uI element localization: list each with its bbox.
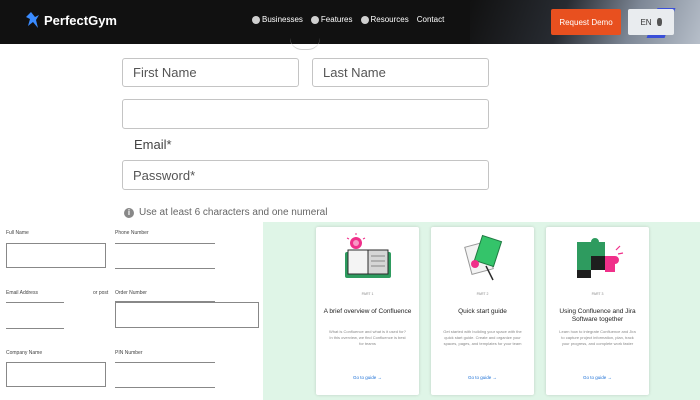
language-label: EN bbox=[640, 17, 652, 27]
phone-number-input[interactable] bbox=[115, 268, 215, 269]
guide-card-jira[interactable]: PART 3 Using Confluence and Jira Softwar… bbox=[546, 227, 649, 395]
runner-icon bbox=[26, 12, 39, 28]
full-name-label: Full Name bbox=[6, 230, 29, 236]
menu-item-businesses[interactable]: Businesses bbox=[252, 15, 303, 24]
brand-logo[interactable]: PerfectGym bbox=[26, 11, 117, 29]
password-field[interactable]: Password* bbox=[122, 160, 489, 190]
puzzle-icon bbox=[577, 238, 624, 278]
email-address-label: Email Address bbox=[6, 290, 38, 296]
card-description: Get started with building your space wit… bbox=[443, 329, 522, 346]
guide-card-overview[interactable]: PART 1 A brief overview of Confluence Wh… bbox=[316, 227, 419, 395]
menu-label: Contact bbox=[416, 15, 445, 24]
globe-icon bbox=[656, 18, 662, 26]
phone-number-underline bbox=[115, 243, 215, 244]
menu-label: Resources bbox=[370, 15, 409, 24]
info-icon: i bbox=[124, 207, 134, 218]
request-demo-button[interactable]: Request Demo bbox=[551, 9, 621, 35]
menu-item-resources[interactable]: Resources bbox=[360, 15, 409, 24]
card-step: PART 3 bbox=[591, 292, 604, 296]
book-lightbulb-icon bbox=[345, 233, 391, 278]
first-name-field[interactable]: First Name bbox=[122, 58, 299, 87]
company-name-label: Company Name bbox=[6, 350, 43, 356]
password-hint: i Use at least 6 characters and one nume… bbox=[124, 207, 327, 218]
pin-number-underline bbox=[115, 362, 215, 363]
guide-card-quick-start[interactable]: PART 2 Quick start guide Get started wit… bbox=[431, 227, 534, 395]
globe-icon bbox=[252, 15, 260, 24]
card-description: Learn how to integrate Confluence and Ji… bbox=[559, 329, 636, 346]
card-description: What is Confluence and what is it used f… bbox=[329, 329, 406, 346]
pages-icon bbox=[464, 234, 503, 281]
page: PerfectGym Businesses Features Resources… bbox=[0, 0, 700, 400]
email-label: Email* bbox=[134, 137, 172, 152]
email-address-underline bbox=[6, 302, 64, 303]
go-to-guide-link[interactable]: Go to guide → bbox=[316, 375, 419, 380]
globe-icon bbox=[360, 15, 369, 24]
top-navbar: PerfectGym Businesses Features Resources… bbox=[0, 0, 700, 44]
order-number-input[interactable] bbox=[115, 302, 259, 328]
company-name-input[interactable] bbox=[6, 362, 106, 387]
menu-label: Businesses bbox=[262, 15, 303, 24]
phone-number-label: Phone Number bbox=[115, 230, 149, 236]
pin-number-label: PIN Number bbox=[115, 350, 143, 356]
company-field[interactable] bbox=[122, 99, 489, 129]
avatar-placeholder bbox=[290, 38, 320, 50]
main-menu: Businesses Features Resources Contact bbox=[252, 15, 444, 24]
card-step: PART 1 bbox=[361, 292, 374, 296]
email-address-input[interactable] bbox=[6, 328, 64, 329]
card-step: PART 2 bbox=[476, 292, 489, 296]
globe-icon bbox=[310, 15, 319, 24]
language-selector[interactable]: EN bbox=[628, 9, 674, 35]
go-to-guide-link[interactable]: Go to guide → bbox=[546, 375, 649, 380]
order-number-label: Order Number bbox=[115, 290, 147, 296]
password-hint-text: Use at least 6 characters and one numera… bbox=[139, 207, 328, 218]
menu-item-features[interactable]: Features bbox=[310, 15, 353, 24]
email-helper: or post bbox=[93, 290, 109, 296]
full-name-input[interactable] bbox=[6, 243, 106, 268]
card-title: Quick start guide bbox=[458, 308, 507, 315]
menu-label: Features bbox=[320, 15, 353, 24]
card-title: Using Confluence and Jira Software toget… bbox=[559, 308, 636, 324]
go-to-guide-link[interactable]: Go to guide → bbox=[431, 375, 534, 380]
brand-name: PerfectGym bbox=[44, 12, 117, 28]
menu-item-contact[interactable]: Contact bbox=[417, 15, 445, 24]
card-title: A brief overview of Confluence bbox=[323, 308, 412, 315]
last-name-field[interactable]: Last Name bbox=[312, 58, 489, 87]
pin-number-input[interactable] bbox=[115, 387, 215, 388]
